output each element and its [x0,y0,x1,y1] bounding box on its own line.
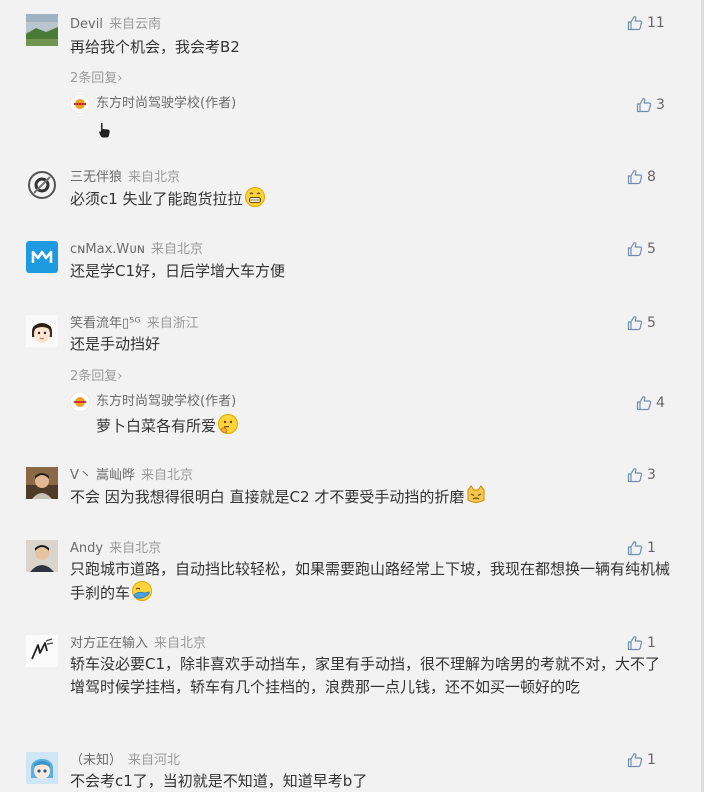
thumbs-up-icon [627,635,643,650]
like-count: 5 [647,240,656,257]
reply-text [96,120,112,140]
thumbs-up-icon [627,15,643,30]
thumbs-up-icon [627,467,643,482]
comment-text: 再给我个机会，我会考B2 [70,38,240,56]
username[interactable]: V丶 嵩屾晔 [70,468,135,483]
like-button[interactable]: 1 [627,537,656,557]
like-button[interactable]: 3 [627,464,656,484]
comment-text: 还是手动挡好 [70,335,161,353]
comment-section: Devil 来自云南 再给我个机会，我会考B2 11 2条回复› 东方时尚驾驶学校… [0,0,704,792]
location: 来自北京 [154,636,207,651]
thumbs-up-icon [636,395,652,410]
thumbs-up-icon [627,315,643,330]
view-replies-link[interactable]: 2条回复› [70,67,122,86]
reply-username[interactable]: 东方时尚驾驶学校(作者) [96,94,236,114]
user-avatar[interactable] [26,635,58,667]
user-avatar[interactable] [26,241,58,273]
landscape-avatar-icon [26,14,58,46]
comment-text: 不会 因为我想得很明白 直接就是C2 才不要受手动挡的折磨 [70,485,670,509]
reply-text: 萝卜白菜各有所爱 [96,414,239,436]
man-photo-avatar-icon [26,540,58,572]
location: 来自浙江 [146,316,199,331]
comment-meta: cɴMax.Wᴜɴ 来自北京 [70,239,203,257]
view-replies-link[interactable]: 2条回复› [70,365,122,384]
comment-meta: V丶 嵩屾晔 来自北京 [70,465,193,483]
username[interactable]: 三无伴狼 [70,170,122,185]
pointing-hand-icon [99,122,110,138]
thumbs-up-icon [636,97,652,112]
like-button[interactable]: 4 [636,392,665,412]
comment-meta: 对方正在输入 来自北京 [70,633,206,651]
location: 来自云南 [108,17,161,32]
comment-meta: （未知） 来自河北 [70,750,180,768]
comment-text: 必须c1 失业了能跑货拉拉 [70,187,670,211]
like-button[interactable]: 5 [627,312,656,332]
thumbs-up-icon [627,241,643,256]
comment-meta: Andy 来自北京 [70,538,161,556]
anime-avatar-icon [26,752,58,784]
like-count: 1 [647,751,656,768]
school-logo-icon[interactable] [70,94,90,114]
username[interactable]: cɴMax.Wᴜɴ [70,242,145,257]
reply-username[interactable]: 东方时尚驾驶学校(作者) [96,392,236,412]
username[interactable]: Devil [70,17,103,32]
username[interactable]: 对方正在输入 [70,636,148,651]
comment-text: 轿车没必要C1，除非喜欢手动挡车，家里有手动挡，很不理解为啥男的考就不对，大不了… [70,655,661,696]
like-button[interactable]: 1 [627,632,656,652]
username[interactable]: 笑看流年▯⁵ᴳ [70,316,141,331]
cat-emoji-icon [467,485,485,503]
like-count: 8 [647,168,656,185]
comment-meta: Devil 来自云南 [70,14,161,32]
comment-meta: 三无伴狼 来自北京 [70,167,180,185]
circle-emblem-avatar-icon [26,169,58,201]
username[interactable]: Andy [70,541,103,556]
thumbs-up-icon [627,169,643,184]
like-button[interactable]: 11 [627,12,665,32]
sketch-avatar-icon [26,635,58,667]
like-count: 1 [647,634,656,651]
like-button[interactable]: 5 [627,238,656,258]
like-count: 11 [647,14,665,31]
photo-avatar-icon [26,467,58,499]
user-avatar[interactable] [26,14,58,46]
user-avatar[interactable] [26,169,58,201]
author-reply: 东方时尚驾驶学校(作者) 3 [70,94,670,138]
author-reply: 东方时尚驾驶学校(作者) 萝卜白菜各有所爱 4 [70,392,670,442]
location: 来自北京 [150,242,203,257]
like-count: 4 [656,394,665,411]
blue-logo-avatar-icon [26,241,58,273]
like-count: 3 [656,96,665,113]
cartoon-girl-avatar-icon [26,315,58,347]
username[interactable]: （未知） [70,753,122,768]
user-avatar[interactable] [26,315,58,347]
thumbs-up-icon [627,540,643,555]
thinking-emoji-icon [218,414,239,434]
like-count: 5 [647,314,656,331]
location: 来自河北 [128,753,181,768]
comment-meta: 笑看流年▯⁵ᴳ 来自浙江 [70,313,199,331]
comment-text: 不会考c1了，当初就是不知道，知道早考b了 [70,772,368,790]
thumbs-up-icon [627,752,643,767]
comment-text: 只跑城市道路，自动挡比较轻松，如果需要跑山路经常上下坡，我现在都想换一辆有纯机械… [70,560,671,602]
like-button[interactable]: 1 [627,749,656,769]
location: 来自北京 [128,170,181,185]
comment-text: 还是学C1好，日后学增大车方便 [70,262,286,280]
user-avatar[interactable] [26,467,58,499]
user-avatar[interactable] [26,540,58,572]
like-count: 1 [647,539,656,556]
user-avatar[interactable] [26,752,58,784]
location: 来自北京 [141,468,194,483]
location: 来自北京 [109,541,162,556]
like-button[interactable]: 8 [627,166,656,186]
like-button[interactable]: 3 [636,94,665,114]
like-count: 3 [647,466,656,483]
school-logo-icon[interactable] [70,392,90,412]
grin-emoji-icon [244,187,265,207]
facepalm-emoji-icon [132,581,153,601]
